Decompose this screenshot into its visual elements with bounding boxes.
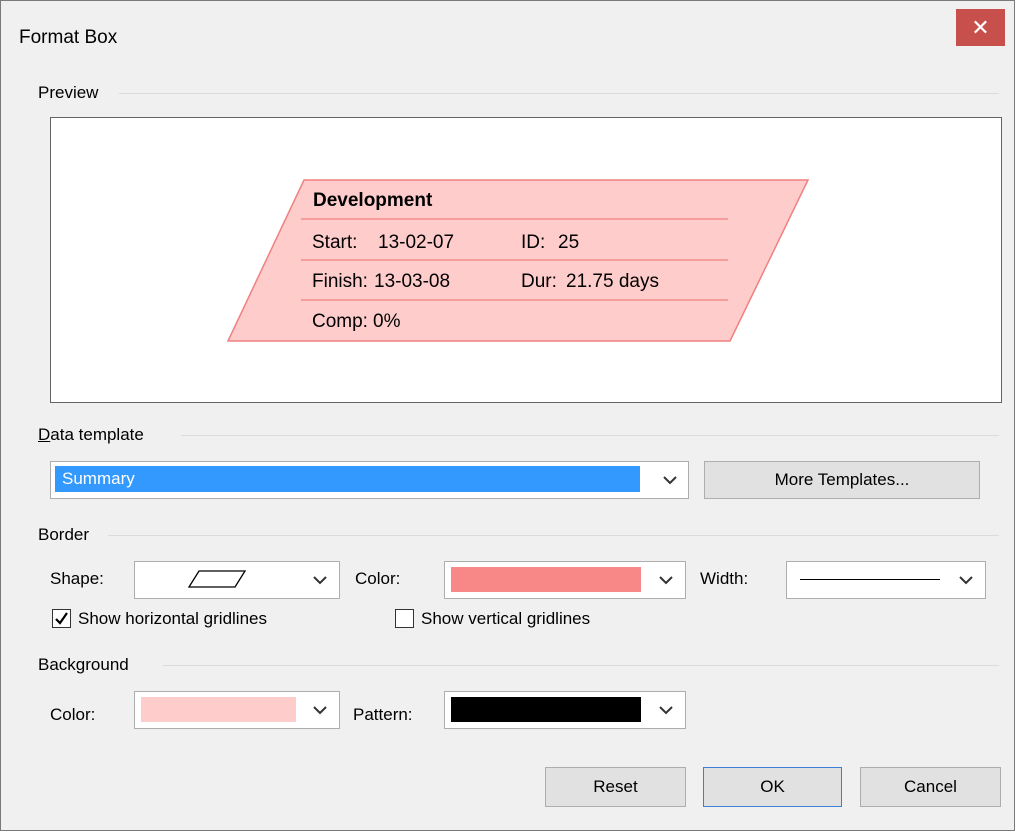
preview-node-shape [226,179,810,342]
node-finish-value: 13-03-08 [374,271,451,292]
node-dur-label: Dur: [521,271,557,292]
node-dur-value: 21.75 days [566,271,659,292]
border-separator [108,535,999,536]
ok-button[interactable]: OK [703,767,842,807]
checkmark-icon [55,612,68,625]
preview-group-label: Preview [38,83,99,102]
border-group-label: Border [38,525,90,544]
node-start-value: 13-02-07 [378,232,455,253]
data-template-group-label: Data template [38,425,144,445]
node-id-label: ID: [521,232,546,253]
data-template-selected: Summary [55,466,640,492]
background-color-label: Color: [50,705,96,724]
chevron-down-icon [959,576,973,585]
dialog-title: Format Box [19,27,118,48]
close-button[interactable]: ✕ [956,9,1005,46]
background-color-select[interactable] [134,691,340,729]
border-shape-select[interactable] [134,561,340,599]
border-color-select[interactable] [444,561,686,599]
format-box-dialog: Format Box ✕ Preview Development Start: … [0,0,1015,831]
border-width-label: Width: [700,569,749,588]
close-icon: ✕ [971,14,990,40]
node-start-label: Start: [312,232,358,253]
parallelogram-shape-icon [187,570,247,588]
node-title: Development [313,190,433,211]
cancel-button[interactable]: Cancel [860,767,1001,807]
chevron-down-icon [659,576,673,585]
preview-box: Development Start: 13-02-07 ID: 25 Finis… [50,117,1002,403]
checkbox-box [52,609,71,628]
border-width-select[interactable] [786,561,986,599]
node-comp-label: Comp: [312,311,368,332]
chevron-down-icon [663,476,677,485]
chevron-down-icon [659,706,673,715]
title-bar: Format Box ✕ [1,1,1014,65]
background-color-swatch [141,697,296,722]
data-template-label-rest: ata template [50,425,144,444]
show-vertical-gridlines-label: Show vertical gridlines [421,609,591,628]
border-color-label: Color: [355,569,401,588]
chevron-down-icon [313,706,327,715]
background-separator [163,665,999,666]
background-pattern-label: Pattern: [353,705,413,724]
background-group-label: Background [38,655,129,674]
show-horizontal-gridlines-label: Show horizontal gridlines [78,609,267,628]
node-id-value: 25 [558,232,580,253]
background-pattern-select[interactable] [444,691,686,729]
border-color-swatch [451,567,641,592]
more-templates-button[interactable]: More Templates... [704,461,980,499]
background-pattern-swatch [451,697,641,722]
node-finish-label: Finish: [312,271,368,292]
reset-button[interactable]: Reset [545,767,686,807]
data-template-select[interactable]: Summary [50,461,689,499]
data-template-separator [181,435,999,436]
chevron-down-icon [313,576,327,585]
line-width-preview [800,579,940,580]
preview-separator [119,93,999,94]
border-shape-label: Shape: [50,569,104,588]
node-comp-value: 0% [373,311,401,332]
checkbox-box [395,609,414,628]
data-template-label-mnemonic: D [38,425,51,444]
